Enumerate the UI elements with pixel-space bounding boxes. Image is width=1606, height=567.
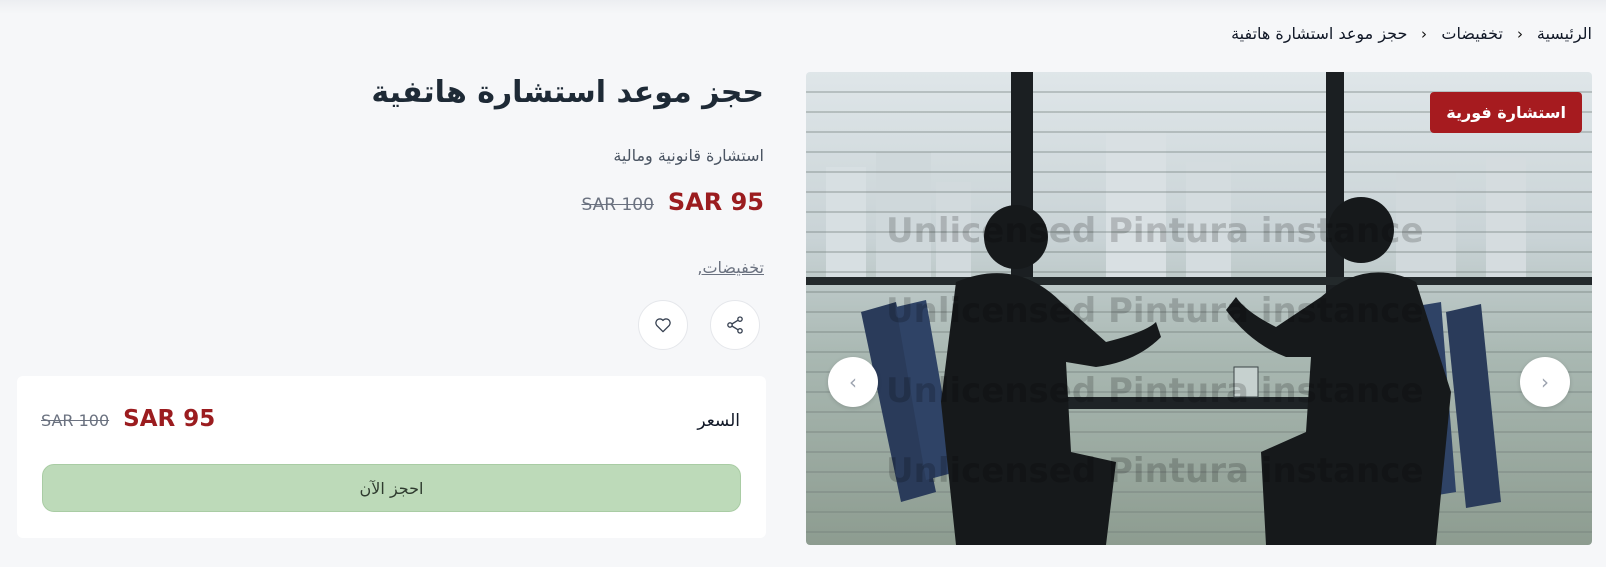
chevron-right-icon: › — [1541, 370, 1549, 394]
heart-icon — [655, 318, 671, 333]
svg-text:Unlicensed Pintura instance: Unlicensed Pintura instance — [886, 371, 1424, 411]
product-title: حجز موعد استشارة هاتفية — [371, 75, 764, 110]
breadcrumb-current: حجز موعد استشارة هاتفية — [1231, 24, 1408, 43]
book-now-button[interactable]: احجز الآن — [42, 464, 741, 512]
chevron-left-icon: ‹ — [849, 370, 857, 394]
breadcrumb-home[interactable]: الرئيسية — [1537, 24, 1592, 43]
product-old-price: SAR 100 — [581, 195, 654, 215]
purchase-card: السعر SAR 100 SAR 95 احجز الآن — [17, 376, 766, 538]
svg-text:Unlicensed Pintura instance: Unlicensed Pintura instance — [886, 291, 1424, 331]
svg-text:Unlicensed Pintura instance: Unlicensed Pintura instance — [886, 451, 1424, 491]
card-price: SAR 95 — [123, 406, 216, 432]
breadcrumb-sales[interactable]: تخفيضات — [1441, 24, 1503, 43]
instant-consultation-badge: استشارة فورية — [1430, 92, 1582, 133]
product-price-row: SAR 95 SAR 100 — [582, 188, 765, 216]
breadcrumb: الرئيسية › تخفيضات › حجز موعد استشارة ها… — [1231, 24, 1592, 43]
gallery-prev-button[interactable]: ‹ — [828, 357, 878, 407]
category-link[interactable]: تخفيضات, — [697, 258, 764, 277]
card-price-row: SAR 100 SAR 95 — [41, 406, 215, 432]
product-price: SAR 95 — [667, 188, 764, 216]
product-image-gallery: Unlicensed Pintura instance Unlicensed P… — [806, 72, 1592, 545]
card-old-price: SAR 100 — [41, 411, 110, 430]
product-image: Unlicensed Pintura instance Unlicensed P… — [806, 72, 1592, 545]
share-button[interactable] — [710, 300, 760, 350]
product-subtitle: استشارة قانونية ومالية — [613, 146, 764, 165]
price-label: السعر — [697, 411, 740, 431]
top-fade — [0, 0, 1606, 14]
share-icon — [727, 316, 743, 334]
svg-text:Unlicensed Pintura instance: Unlicensed Pintura instance — [886, 211, 1424, 251]
favorite-button[interactable] — [638, 300, 688, 350]
chevron-icon: › — [1421, 24, 1428, 43]
chevron-icon: › — [1516, 24, 1523, 43]
gallery-next-button[interactable]: › — [1520, 357, 1570, 407]
